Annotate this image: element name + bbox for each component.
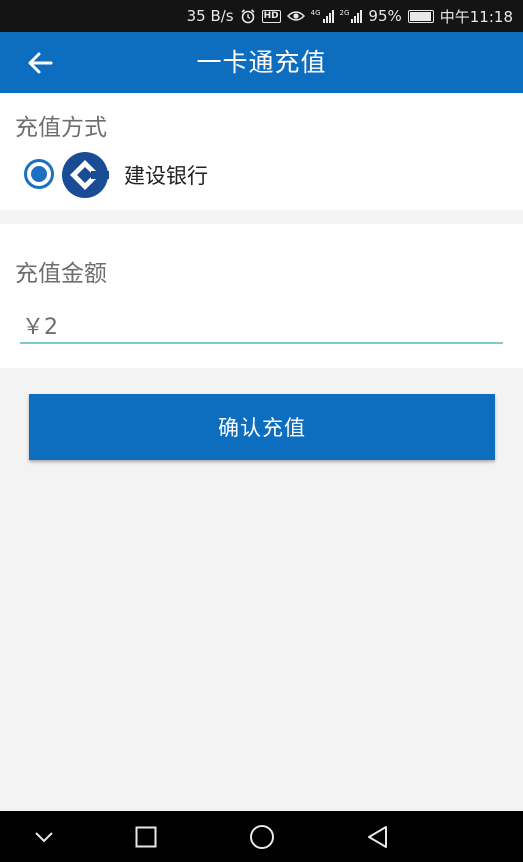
clock: 中午11:18 <box>439 7 513 26</box>
square-icon <box>135 826 157 847</box>
status-bar: 35 B/s HD 4G 2G 95% 中午11:18 <box>0 0 523 32</box>
sim2-network-label: 2G <box>339 9 350 17</box>
payment-method-section: 充值方式 建设银行 <box>0 93 523 210</box>
alarm-icon <box>241 9 255 24</box>
eye-icon <box>286 11 305 21</box>
triangle-back-icon <box>368 825 387 848</box>
signal-icon-sim2: 2G <box>340 9 363 23</box>
bank-radio-button[interactable] <box>24 159 54 189</box>
circle-icon <box>250 824 274 849</box>
amount-input[interactable] <box>20 308 503 342</box>
bank-name: 建设银行 <box>124 164 208 188</box>
hide-nav-button[interactable] <box>14 811 74 862</box>
hd-icon: HD <box>261 9 281 23</box>
recent-apps-button[interactable] <box>116 811 176 862</box>
sim1-network-label: 4G <box>310 9 321 17</box>
ccb-logo <box>62 152 109 198</box>
arrow-left-icon <box>28 52 53 74</box>
network-speed: 35 B/s <box>186 7 234 25</box>
back-button[interactable] <box>22 46 58 80</box>
amount-label: 充值金额 <box>15 261 107 287</box>
battery-percent: 95% <box>368 7 402 25</box>
signal-icon-sim1: 4G <box>311 9 334 23</box>
home-button[interactable] <box>232 811 292 862</box>
battery-icon <box>407 9 434 23</box>
amount-section: 充值金额 <box>0 224 523 368</box>
chevron-down-icon <box>35 831 53 842</box>
page-title: 一卡通充值 <box>196 48 327 77</box>
confirm-recharge-button[interactable]: 确认充值 <box>29 394 495 460</box>
app-bar: 一卡通充值 <box>0 32 523 93</box>
back-nav-button[interactable] <box>348 811 408 862</box>
payment-method-label: 充值方式 <box>15 115 107 141</box>
navigation-bar <box>0 811 523 862</box>
amount-field-wrapper <box>20 308 503 344</box>
